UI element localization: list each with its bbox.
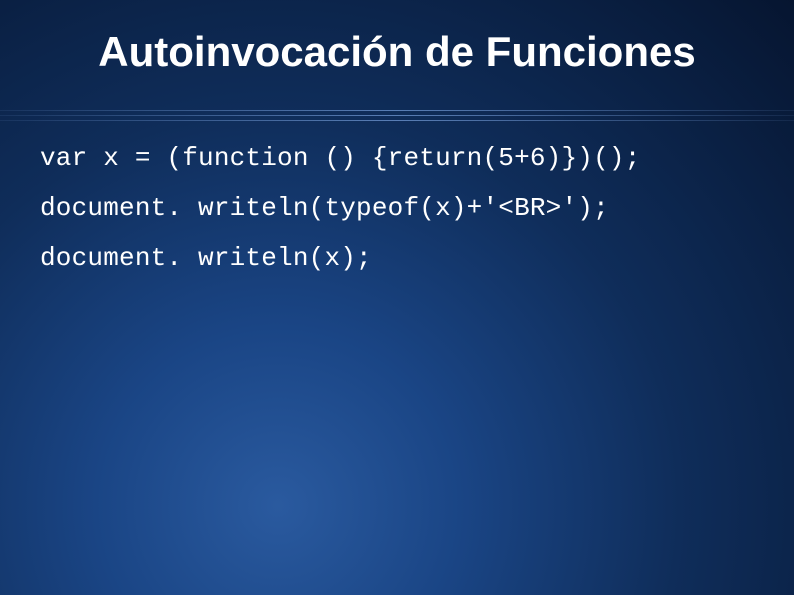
code-line-3: document. writeln(x); <box>40 243 754 273</box>
divider-line <box>0 115 794 116</box>
slide: Autoinvocación de Funciones var x = (fun… <box>0 0 794 273</box>
slide-title: Autoinvocación de Funciones <box>0 0 794 104</box>
code-line-1: var x = (function () {return(5+6)})(); <box>40 143 754 173</box>
code-block: var x = (function () {return(5+6)})(); d… <box>0 125 794 273</box>
divider-line <box>0 110 794 111</box>
divider-group <box>0 110 794 121</box>
divider-line <box>0 120 794 121</box>
code-line-2: document. writeln(typeof(x)+'<BR>'); <box>40 193 754 223</box>
